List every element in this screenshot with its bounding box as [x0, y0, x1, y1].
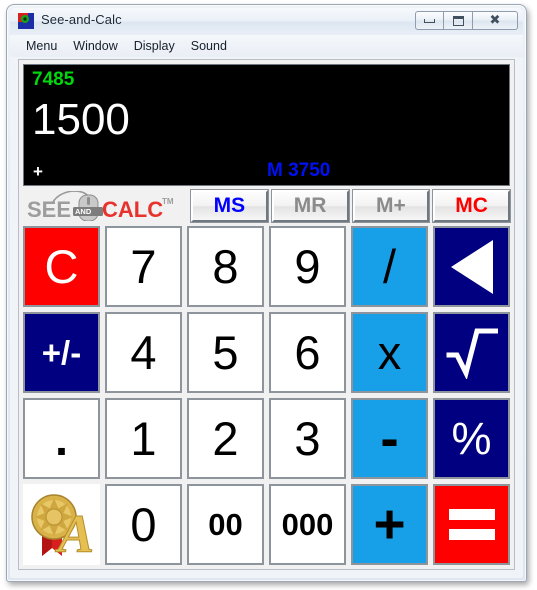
calculator-body: 7485 1500 + M 3750 SEE AND CALC TM MS MR…	[18, 59, 515, 570]
equals-icon	[448, 509, 495, 540]
svg-text:A: A	[55, 504, 94, 560]
display-pending-operator: +	[33, 162, 43, 181]
key-double-zero[interactable]: 00	[187, 484, 264, 565]
key-award-logo[interactable]: A	[23, 484, 100, 565]
close-button[interactable]: ✖	[473, 11, 518, 30]
key-subtract[interactable]: -	[351, 398, 428, 479]
close-icon: ✖	[489, 13, 501, 28]
key-multiply[interactable]: x	[351, 312, 428, 393]
key-equals[interactable]	[433, 484, 510, 565]
key-digit-7[interactable]: 7	[105, 226, 182, 307]
radical-icon	[446, 328, 498, 379]
application-window: See-and-Calc ✖ Menu Window Display Sound	[6, 4, 527, 582]
menu-item-menu[interactable]: Menu	[19, 37, 66, 55]
memory-clear-button[interactable]: MC	[432, 189, 511, 223]
key-digit-5[interactable]: 5	[187, 312, 264, 393]
key-digit-0[interactable]: 0	[105, 484, 182, 565]
app-icon	[18, 13, 34, 29]
key-backspace[interactable]	[433, 226, 510, 307]
menu-bar: Menu Window Display Sound	[10, 35, 523, 57]
maximize-icon	[452, 15, 464, 26]
key-square-root[interactable]	[433, 312, 510, 393]
menu-item-sound[interactable]: Sound	[184, 37, 236, 55]
display-current-value: 1500	[32, 95, 130, 144]
award-medal-icon: A	[30, 493, 94, 560]
display-memory-indicator: M 3750	[267, 160, 331, 181]
key-decimal[interactable]: .	[23, 398, 100, 479]
svg-text:SEE: SEE	[27, 197, 71, 221]
key-digit-8[interactable]: 8	[187, 226, 264, 307]
minimize-button[interactable]	[415, 11, 444, 30]
key-digit-4[interactable]: 4	[105, 312, 182, 393]
key-sign-toggle[interactable]: +/-	[23, 312, 100, 393]
display-previous-value: 7485	[32, 69, 75, 90]
minimize-icon	[424, 18, 435, 23]
memory-buttons: MS MR M+ MC	[190, 189, 511, 223]
window-inner: See-and-Calc ✖ Menu Window Display Sound	[10, 8, 523, 578]
svg-text:AND: AND	[75, 207, 92, 216]
menu-item-window[interactable]: Window	[66, 37, 126, 55]
key-triple-zero[interactable]: 000	[269, 484, 346, 565]
svg-text:CALC: CALC	[102, 197, 163, 221]
key-add[interactable]: +	[351, 484, 428, 565]
key-clear[interactable]: C	[23, 226, 100, 307]
key-percent[interactable]: %	[433, 398, 510, 479]
memory-store-button[interactable]: MS	[190, 189, 269, 223]
menu-item-display[interactable]: Display	[127, 37, 184, 55]
key-digit-9[interactable]: 9	[269, 226, 346, 307]
key-digit-6[interactable]: 6	[269, 312, 346, 393]
title-bar[interactable]: See-and-Calc ✖	[10, 8, 523, 35]
memory-add-button[interactable]: M+	[351, 189, 431, 223]
window-controls: ✖	[415, 11, 518, 30]
key-digit-3[interactable]: 3	[269, 398, 346, 479]
keypad: C 7 8 9 / +/- 4 5 6 x . 1 2 3 - % A 0 00…	[23, 226, 510, 565]
key-digit-1[interactable]: 1	[105, 398, 182, 479]
equals-bar-bottom	[448, 529, 495, 540]
memory-recall-button[interactable]: MR	[270, 189, 350, 223]
equals-bar-top	[448, 509, 495, 520]
maximize-button[interactable]	[444, 11, 473, 30]
triangle-left-icon	[450, 239, 493, 294]
svg-text:TM: TM	[162, 197, 174, 206]
window-title: See-and-Calc	[41, 12, 122, 27]
key-divide[interactable]: /	[351, 226, 428, 307]
brand-logo: SEE AND CALC TM	[25, 191, 185, 221]
memory-row: SEE AND CALC TM MS MR M+ MC	[23, 189, 511, 223]
key-digit-2[interactable]: 2	[187, 398, 264, 479]
calculator-display: 7485 1500 + M 3750	[23, 64, 510, 186]
